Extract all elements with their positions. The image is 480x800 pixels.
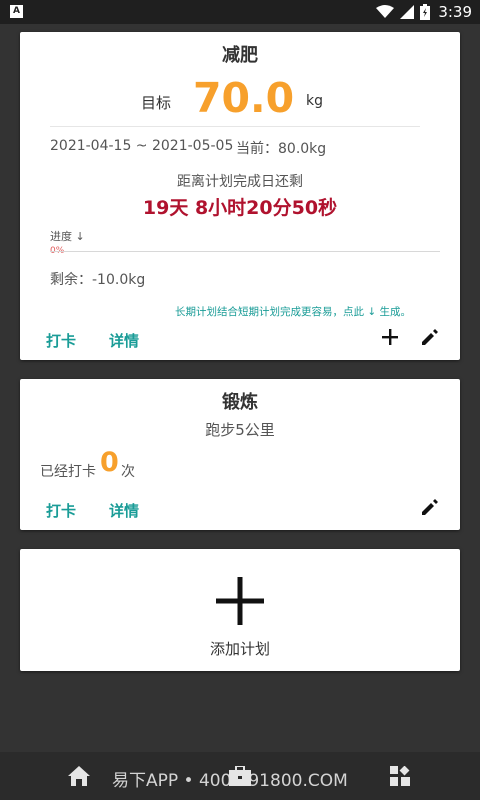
countdown-value: 19天 8小时20分50秒 [142, 197, 338, 219]
goal-label: 目标 [141, 94, 172, 112]
status-icons: 3:39 [376, 2, 472, 22]
pencil-icon[interactable] [418, 325, 442, 349]
card-title: 减肥 [222, 45, 258, 66]
date-range: 2021-04-15 ~ 2021-05-05 [50, 138, 234, 154]
goal-unit: kg [306, 93, 323, 109]
current-weight: 当前：80.0kg [236, 141, 327, 157]
remaining-weight: 剩余：-10.0kg [50, 272, 146, 288]
divider [50, 126, 420, 127]
generate-tip[interactable]: 长期计划结合短期计划完成更容易，点此 ↓ 生成。 [175, 304, 411, 319]
plan-card-weight[interactable]: 减肥 目标 70.0 kg 2021-04-15 ~ 2021-05-05 当前… [20, 32, 460, 360]
checkin-button[interactable]: 打卡 [46, 500, 76, 521]
checked-unit: 次 [121, 464, 135, 480]
wifi-icon [376, 5, 395, 18]
pencil-icon[interactable] [418, 495, 442, 519]
plus-icon[interactable] [378, 325, 402, 349]
card-title: 锻炼 [222, 392, 258, 413]
add-plan-label: 添加计划 [209, 640, 270, 658]
checked-label: 已经打卡 [40, 464, 96, 480]
status-bar: A 3:39 [0, 0, 480, 24]
plan-card-exercise[interactable]: 锻炼 跑步5公里 已经打卡 0 次 打卡 详情 [20, 379, 460, 530]
checkin-button[interactable]: 打卡 [46, 330, 76, 351]
progress-label: 进度 ↓ [50, 230, 85, 243]
app-notification-icon: A [10, 5, 23, 18]
battery-icon [420, 4, 431, 20]
home-icon[interactable] [68, 766, 90, 790]
signal-icon [400, 5, 415, 19]
briefcase-icon[interactable] [229, 765, 251, 790]
countdown-label: 距离计划完成日还剩 [177, 174, 303, 190]
add-plan-card[interactable]: 添加计划 [20, 549, 460, 671]
status-time: 3:39 [438, 3, 472, 21]
big-plus-icon[interactable] [216, 577, 264, 625]
details-button[interactable]: 详情 [109, 330, 139, 351]
goal-value: 70.0 [193, 74, 295, 122]
bottom-bar: 易下APP • 400-891800.COM [0, 752, 480, 800]
details-button[interactable]: 详情 [109, 500, 139, 521]
card-subtitle: 跑步5公里 [205, 421, 275, 439]
checked-count: 0 [100, 447, 119, 478]
grid-icon[interactable] [390, 765, 410, 790]
progress-bar [50, 251, 440, 252]
